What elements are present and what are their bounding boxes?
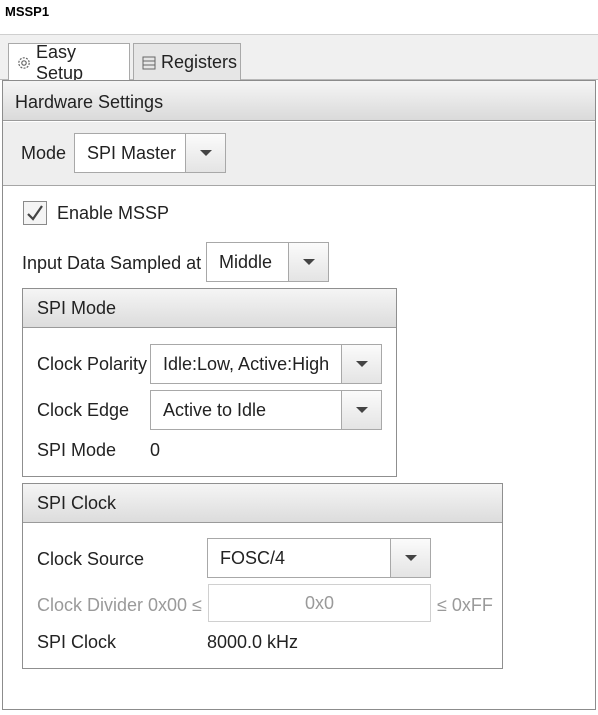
- clock-divider-input[interactable]: 0x0: [208, 584, 431, 622]
- hardware-settings-header[interactable]: Hardware Settings: [3, 81, 595, 121]
- clock-divider-label: Clock Divider 0x00 ≤: [37, 595, 202, 615]
- tab-easy-setup-label: Easy Setup: [36, 41, 84, 83]
- spi-mode-header: SPI Mode: [23, 289, 396, 328]
- chevron-down-icon: [404, 555, 417, 561]
- clock-source-label: Clock Source: [37, 549, 145, 569]
- spi-clock-group: SPI Clock Clock Source FOSC/4 Clock Divi…: [22, 483, 503, 669]
- tab-registers-label: Registers: [161, 52, 238, 72]
- clock-polarity-dropdown-button[interactable]: [341, 345, 381, 383]
- checkmark-icon: [27, 205, 43, 221]
- input-sampled-dropdown[interactable]: Middle: [206, 242, 329, 282]
- clock-source-value: FOSC/4: [220, 548, 286, 568]
- enable-mssp-checkbox[interactable]: [23, 201, 47, 225]
- clock-source-dropdown[interactable]: FOSC/4: [207, 538, 431, 578]
- input-sampled-value: Middle: [219, 252, 273, 272]
- clock-divider-max-label: ≤ 0xFF: [437, 595, 493, 615]
- clock-polarity-dropdown[interactable]: Idle:Low, Active:High: [150, 344, 382, 384]
- spi-clock-label: SPI Clock: [37, 632, 117, 652]
- tab-easy-setup[interactable]: Easy Setup: [8, 41, 130, 83]
- mode-value: SPI Master: [87, 143, 177, 163]
- spi-mode-readout-label: SPI Mode: [37, 440, 117, 460]
- tab-bar: Easy Setup Registers: [0, 35, 598, 83]
- clock-edge-label: Clock Edge: [37, 400, 130, 420]
- mode-bar: Mode SPI Master: [3, 122, 595, 186]
- mode-dropdown[interactable]: SPI Master: [74, 133, 226, 173]
- mode-label: Mode: [21, 143, 67, 163]
- input-sampled-label: Input Data Sampled at: [22, 253, 202, 273]
- chevron-down-icon: [199, 150, 212, 156]
- spi-clock-header: SPI Clock: [23, 484, 502, 523]
- clock-edge-value: Active to Idle: [163, 400, 267, 420]
- chevron-down-icon: [355, 361, 368, 367]
- chevron-down-icon: [355, 407, 368, 413]
- window-title: MSSP1: [5, 4, 50, 19]
- clock-edge-dropdown[interactable]: Active to Idle: [150, 390, 382, 430]
- easy-setup-panel: Hardware Settings Mode SPI Master Enable…: [2, 80, 596, 710]
- gear-icon: [16, 55, 32, 71]
- enable-mssp-label: Enable MSSP: [57, 203, 170, 223]
- chevron-down-icon: [302, 259, 315, 265]
- spi-mode-group: SPI Mode Clock Polarity Idle:Low, Active…: [22, 288, 397, 477]
- clock-edge-dropdown-button[interactable]: [341, 391, 381, 429]
- list-icon: [141, 55, 157, 71]
- spi-clock-value: 8000.0 kHz: [207, 632, 299, 652]
- input-sampled-dropdown-button[interactable]: [288, 243, 328, 281]
- clock-source-dropdown-button[interactable]: [390, 539, 430, 577]
- clock-polarity-label: Clock Polarity: [37, 354, 148, 374]
- tab-registers[interactable]: Registers: [133, 43, 241, 81]
- mode-dropdown-button[interactable]: [185, 134, 225, 172]
- clock-polarity-value: Idle:Low, Active:High: [163, 354, 330, 374]
- spi-mode-readout-value: 0: [150, 440, 161, 460]
